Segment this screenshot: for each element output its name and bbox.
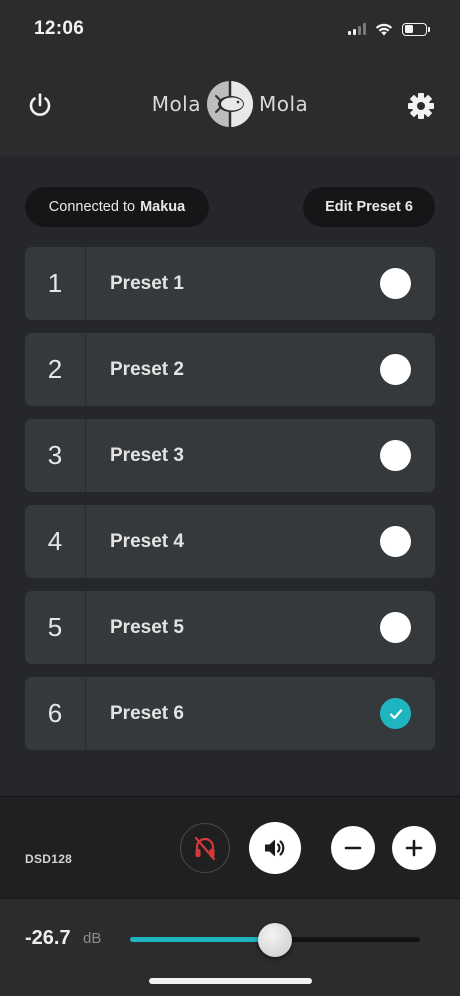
headphones-muted-icon xyxy=(194,836,216,861)
sunfish-logo-icon xyxy=(207,81,253,127)
controls-bar: DSD128 xyxy=(0,796,460,898)
preset-number: 6 xyxy=(25,677,86,750)
preset-name: Preset 4 xyxy=(110,530,184,552)
audio-format-label: DSD128 xyxy=(25,852,73,866)
connection-device: Makua xyxy=(140,199,186,215)
preset-name: Preset 1 xyxy=(110,272,184,294)
edit-preset-button[interactable]: Edit Preset 6 xyxy=(303,187,435,227)
preset-number: 1 xyxy=(25,247,86,320)
preset-panel: Connected to Makua Edit Preset 6 1 Preset… xyxy=(0,156,460,796)
preset-radio[interactable] xyxy=(380,526,411,557)
wifi-icon xyxy=(375,23,393,35)
preset-radio[interactable] xyxy=(380,354,411,385)
preset-name: Preset 2 xyxy=(110,358,184,380)
home-indicator[interactable] xyxy=(149,978,312,984)
volume-slider-thumb[interactable] xyxy=(258,923,292,957)
cellular-signal-icon xyxy=(348,23,366,35)
headphones-mute-button[interactable] xyxy=(180,823,230,873)
preset-name: Preset 5 xyxy=(110,616,184,638)
power-icon[interactable] xyxy=(26,91,54,119)
preset-number: 5 xyxy=(25,591,86,664)
connection-prefix: Connected to xyxy=(48,199,136,215)
preset-radio[interactable] xyxy=(380,440,411,471)
connection-status: Connected to Makua xyxy=(25,187,209,227)
volume-up-button[interactable] xyxy=(392,826,436,870)
volume-down-button[interactable] xyxy=(331,826,375,870)
preset-row[interactable]: 5 Preset 5 xyxy=(25,591,435,664)
preset-radio[interactable] xyxy=(380,612,411,643)
preset-row[interactable]: 2 Preset 2 xyxy=(25,333,435,406)
preset-name: Preset 6 xyxy=(110,702,184,724)
volume-unit: dB xyxy=(83,930,102,947)
preset-number: 3 xyxy=(25,419,86,492)
preset-radio-checked[interactable] xyxy=(380,698,411,729)
checkmark-icon xyxy=(389,708,402,719)
volume-value: -26.7 xyxy=(25,927,71,949)
mola-mola-logo: Mola Mola xyxy=(140,76,320,132)
speaker-icon xyxy=(265,839,285,857)
preset-row[interactable]: 6 Preset 6 xyxy=(25,677,435,750)
minus-icon xyxy=(344,846,362,850)
preset-row[interactable]: 3 Preset 3 xyxy=(25,419,435,492)
preset-name: Preset 3 xyxy=(110,444,184,466)
plus-icon xyxy=(405,839,423,857)
battery-icon xyxy=(402,22,430,36)
preset-row[interactable]: 4 Preset 4 xyxy=(25,505,435,578)
logo-text-right: Mola xyxy=(259,92,309,116)
preset-row[interactable]: 1 Preset 1 xyxy=(25,247,435,320)
preset-radio[interactable] xyxy=(380,268,411,299)
app-header: Mola Mola xyxy=(0,58,460,156)
status-icons xyxy=(348,22,430,36)
status-time: 12:06 xyxy=(34,18,85,39)
gear-icon[interactable] xyxy=(406,91,436,121)
preset-number: 2 xyxy=(25,333,86,406)
speaker-button[interactable] xyxy=(249,822,301,874)
logo-text-left: Mola xyxy=(151,92,201,116)
volume-slider-fill xyxy=(130,937,275,942)
status-bar: 12:06 xyxy=(0,0,460,58)
preset-number: 4 xyxy=(25,505,86,578)
